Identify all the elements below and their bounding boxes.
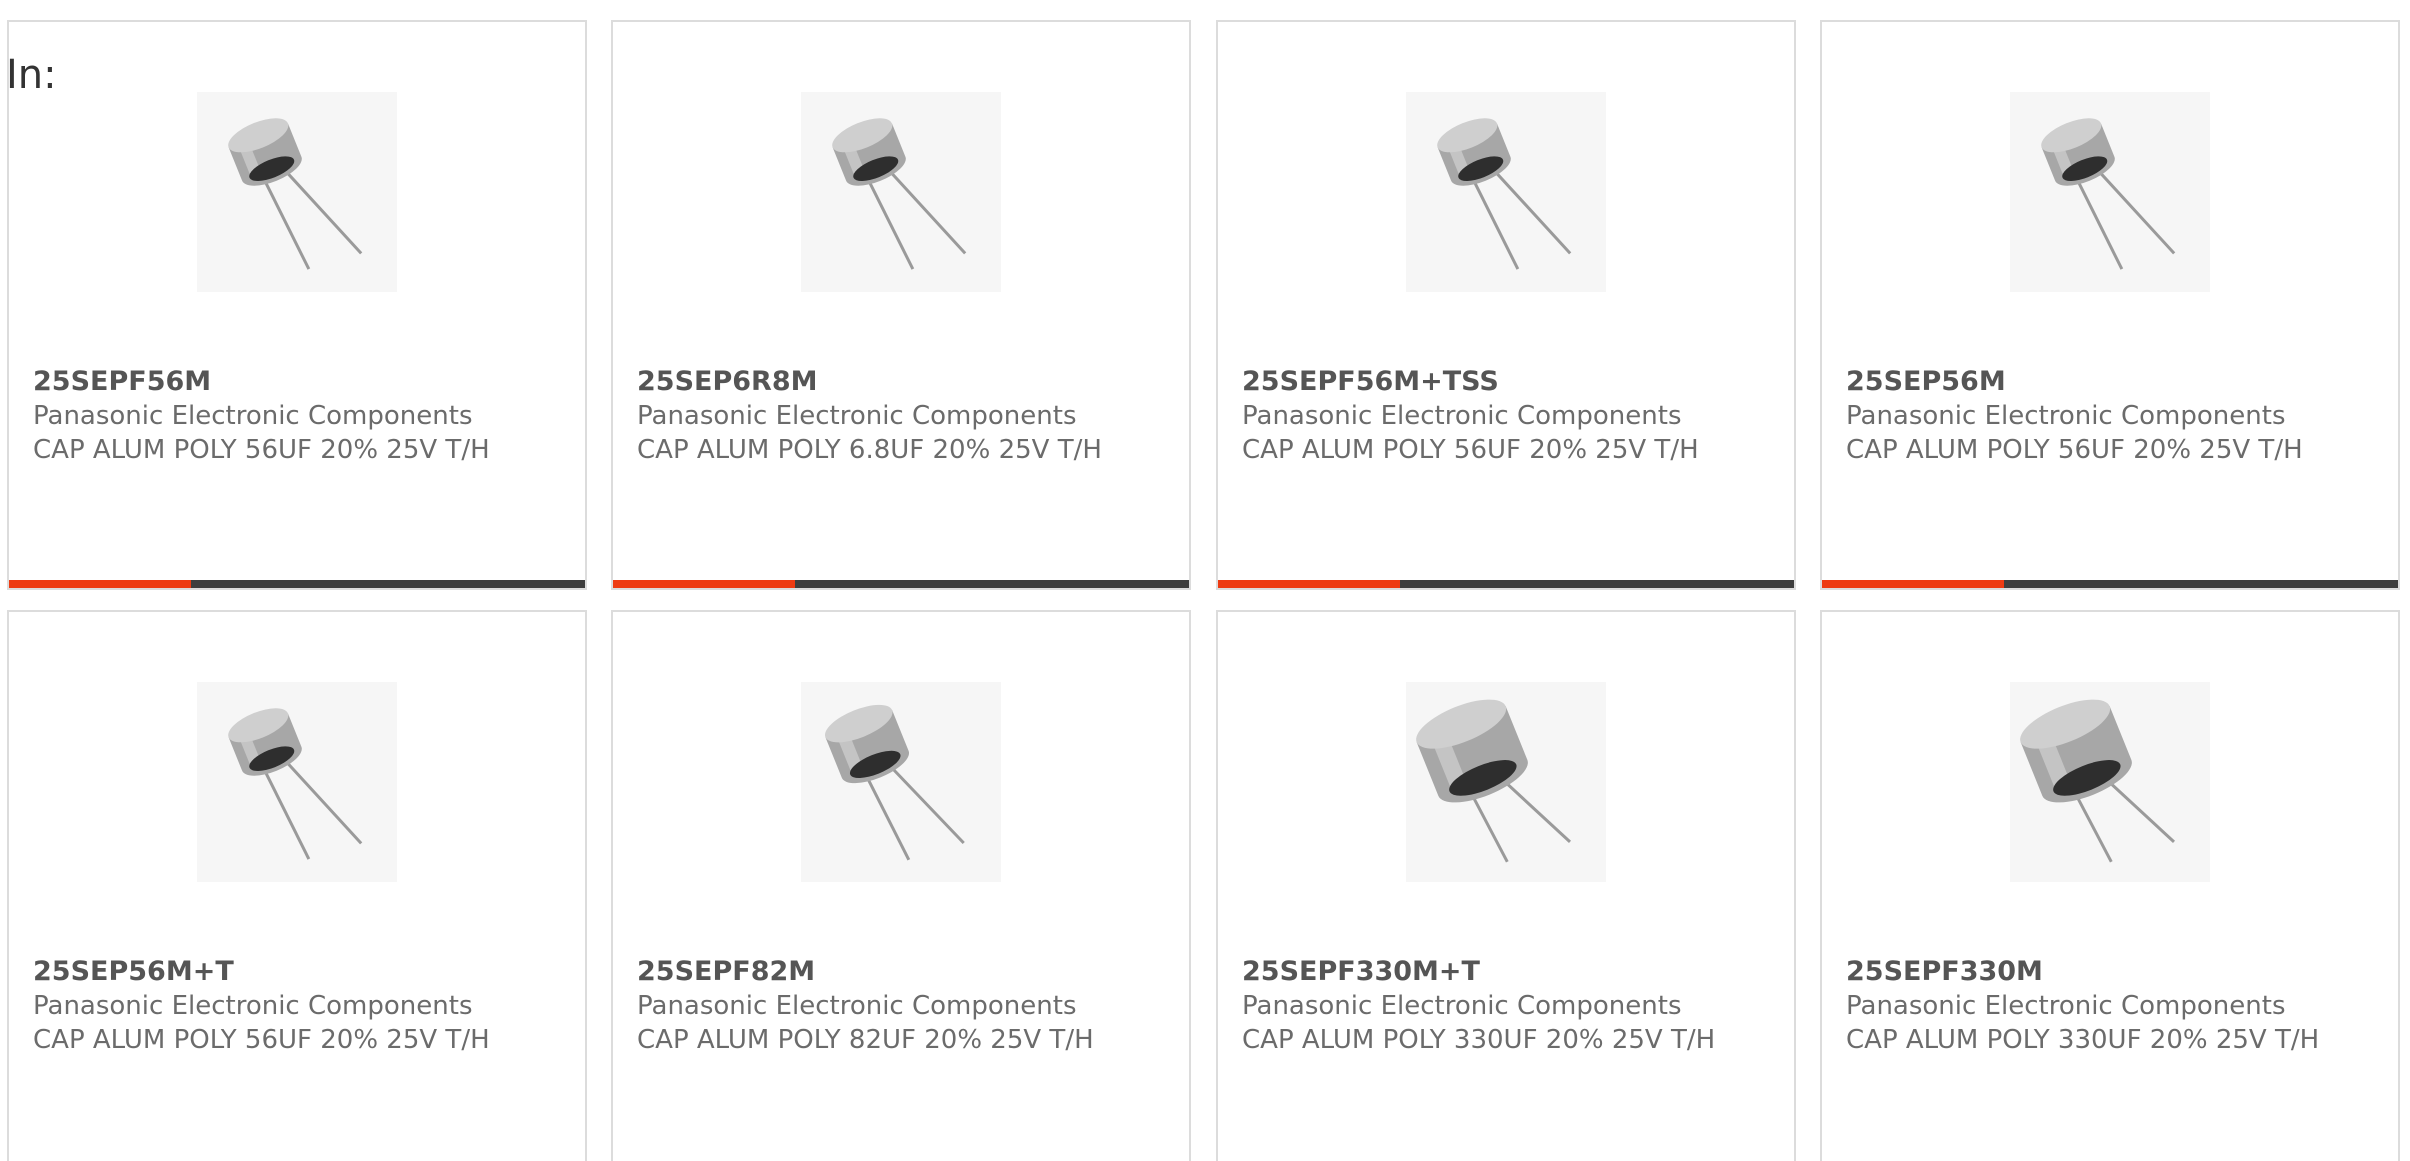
- part-number-link[interactable]: 25SEP6R8M: [637, 365, 1157, 399]
- progress-bar: [1822, 580, 2398, 588]
- capacitor-image[interactable]: [801, 92, 1001, 292]
- part-number-link[interactable]: 25SEPF82M: [637, 955, 1157, 989]
- capacitor-image[interactable]: [1406, 682, 1606, 882]
- filter-in-label: In:: [6, 52, 57, 98]
- product-card[interactable]: 25SEP6R8M Panasonic Electronic Component…: [611, 20, 1191, 590]
- product-info: 25SEP56M Panasonic Electronic Components…: [1846, 365, 2366, 467]
- product-info: 25SEP56M+T Panasonic Electronic Componen…: [33, 955, 553, 1057]
- product-info: 25SEP6R8M Panasonic Electronic Component…: [637, 365, 1157, 467]
- product-info: 25SEPF330M+T Panasonic Electronic Compon…: [1242, 955, 1762, 1057]
- description-text: CAP ALUM POLY 56UF 20% 25V T/H: [33, 435, 490, 465]
- product-card[interactable]: 25SEPF82M Panasonic Electronic Component…: [611, 610, 1191, 1161]
- product-info: 25SEPF82M Panasonic Electronic Component…: [637, 955, 1157, 1057]
- product-info: 25SEPF56M+TSS Panasonic Electronic Compo…: [1242, 365, 1762, 467]
- part-number-link[interactable]: 25SEP56M: [1846, 365, 2366, 399]
- manufacturer-text: Panasonic Electronic Components: [637, 401, 1077, 431]
- description-text: CAP ALUM POLY 330UF 20% 25V T/H: [1242, 1025, 1716, 1055]
- product-card[interactable]: 25SEPF56M+TSS Panasonic Electronic Compo…: [1216, 20, 1796, 590]
- progress-fill: [9, 580, 192, 588]
- product-card[interactable]: 25SEP56M+T Panasonic Electronic Componen…: [7, 610, 587, 1161]
- description-text: CAP ALUM POLY 56UF 20% 25V T/H: [1242, 435, 1699, 465]
- capacitor-image[interactable]: [1406, 92, 1606, 292]
- product-info: 25SEPF330M Panasonic Electronic Componen…: [1846, 955, 2366, 1057]
- manufacturer-text: Panasonic Electronic Components: [637, 991, 1077, 1021]
- description-text: CAP ALUM POLY 56UF 20% 25V T/H: [1846, 435, 2303, 465]
- manufacturer-text: Panasonic Electronic Components: [1846, 401, 2286, 431]
- product-card[interactable]: 25SEP56M Panasonic Electronic Components…: [1820, 20, 2400, 590]
- product-results-page: In: 25SEPF56M Panasonic Electronic Compo…: [0, 0, 2410, 1161]
- manufacturer-text: Panasonic Electronic Components: [1242, 401, 1682, 431]
- product-card[interactable]: 25SEPF56M Panasonic Electronic Component…: [7, 20, 587, 590]
- description-text: CAP ALUM POLY 330UF 20% 25V T/H: [1846, 1025, 2320, 1055]
- product-card[interactable]: 25SEPF330M Panasonic Electronic Componen…: [1820, 610, 2400, 1161]
- progress-bar: [9, 580, 585, 588]
- description-text: CAP ALUM POLY 82UF 20% 25V T/H: [637, 1025, 1094, 1055]
- part-number-link[interactable]: 25SEPF330M: [1846, 955, 2366, 989]
- progress-fill: [613, 580, 796, 588]
- product-info: 25SEPF56M Panasonic Electronic Component…: [33, 365, 553, 467]
- manufacturer-text: Panasonic Electronic Components: [1846, 991, 2286, 1021]
- product-card[interactable]: 25SEPF330M+T Panasonic Electronic Compon…: [1216, 610, 1796, 1161]
- progress-bar: [613, 580, 1189, 588]
- part-number-link[interactable]: 25SEPF330M+T: [1242, 955, 1762, 989]
- manufacturer-text: Panasonic Electronic Components: [33, 991, 473, 1021]
- description-text: CAP ALUM POLY 56UF 20% 25V T/H: [33, 1025, 490, 1055]
- manufacturer-text: Panasonic Electronic Components: [33, 401, 473, 431]
- part-number-link[interactable]: 25SEP56M+T: [33, 955, 553, 989]
- capacitor-image[interactable]: [2010, 92, 2210, 292]
- progress-fill: [1822, 580, 2005, 588]
- progress-fill: [1218, 580, 1401, 588]
- part-number-link[interactable]: 25SEPF56M: [33, 365, 553, 399]
- capacitor-image[interactable]: [197, 682, 397, 882]
- part-number-link[interactable]: 25SEPF56M+TSS: [1242, 365, 1762, 399]
- progress-bar: [1218, 580, 1794, 588]
- capacitor-image[interactable]: [801, 682, 1001, 882]
- description-text: CAP ALUM POLY 6.8UF 20% 25V T/H: [637, 435, 1102, 465]
- capacitor-image[interactable]: [2010, 682, 2210, 882]
- capacitor-image[interactable]: [197, 92, 397, 292]
- manufacturer-text: Panasonic Electronic Components: [1242, 991, 1682, 1021]
